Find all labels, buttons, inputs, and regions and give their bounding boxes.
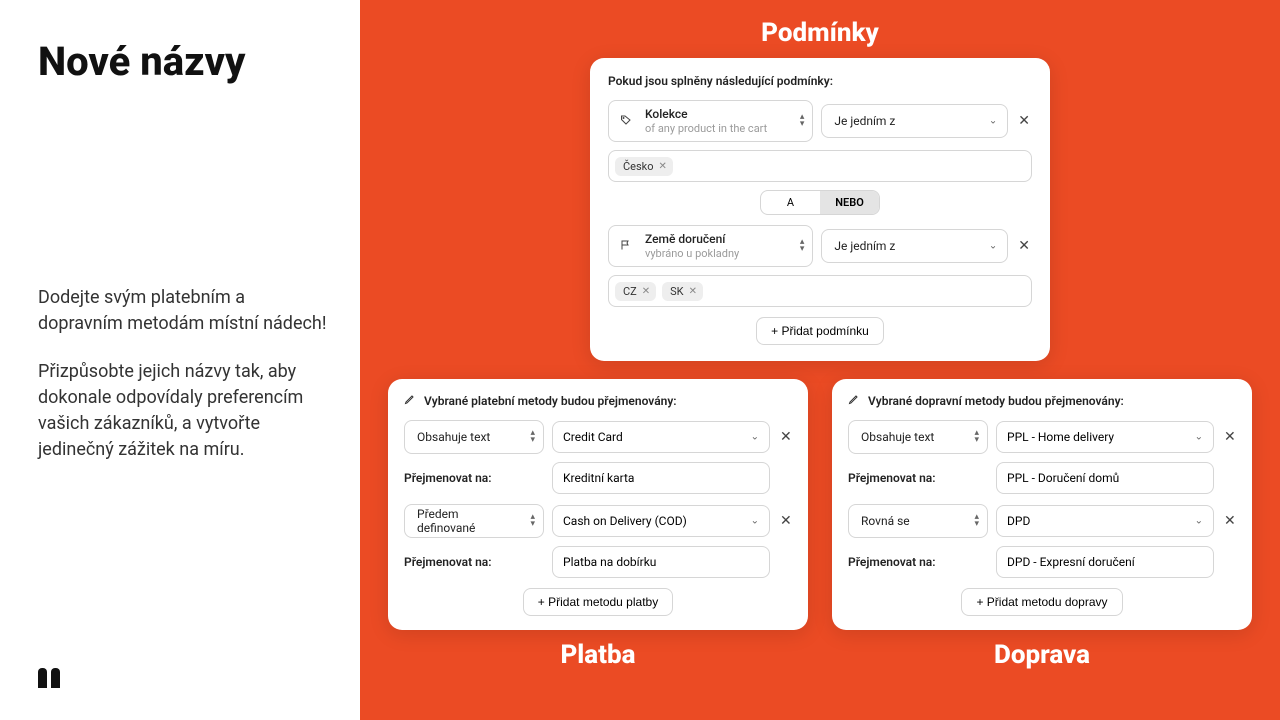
cond1-remove[interactable]: ✕ [1016, 113, 1032, 129]
chevron-down-icon: ⌄ [751, 516, 759, 527]
sort-icon: ▴▾ [530, 514, 535, 528]
pay-r2-value[interactable]: Cash on Delivery (COD) ⌄ [552, 505, 770, 537]
chevron-down-icon: ⌄ [1195, 516, 1203, 527]
payment-card: Vybrané platební metody budou přejmenová… [388, 379, 808, 630]
rename-label: Přejmenovat na: [404, 471, 544, 485]
sort-icon: ▴▾ [800, 114, 805, 128]
chip-remove[interactable]: ✕ [689, 286, 697, 297]
add-shipping-button[interactable]: + Přidat metodu dopravy [961, 588, 1122, 616]
ship-r2-rename-input[interactable]: DPD - Expresní doručení [996, 546, 1214, 578]
chevron-down-icon: ⌄ [751, 432, 759, 443]
pay-r1-rename-input[interactable]: Kreditní karta [552, 462, 770, 494]
sort-icon: ▴▾ [974, 430, 979, 444]
chevron-down-icon: ⌄ [989, 116, 997, 127]
cond1-op-select[interactable]: Je jedním z ⌄ [821, 104, 1008, 138]
cond1-field-select[interactable]: Kolekce of any product in the cart ▴▾ [608, 100, 813, 142]
intro-p2: Přizpůsobte jejich názvy tak, aby dokona… [38, 359, 330, 463]
brand-logo [38, 668, 60, 692]
seg-and[interactable]: A [761, 191, 820, 214]
intro-p1: Dodejte svým platebním a dopravním metod… [38, 285, 330, 337]
seg-or[interactable]: NEBO [820, 191, 879, 214]
cond1-value-input[interactable]: Česko✕ [608, 150, 1032, 182]
ship-r2-value[interactable]: DPD ⌄ [996, 505, 1214, 537]
pencil-icon [848, 393, 860, 408]
tag-chip: SK✕ [662, 282, 703, 301]
logic-segment[interactable]: A NEBO [760, 190, 880, 215]
sort-icon: ▴▾ [974, 514, 979, 528]
shipping-card: Vybrané dopravní metody budou přejmenová… [832, 379, 1252, 630]
shipping-title: Doprava [832, 640, 1252, 670]
ship-r2-remove[interactable]: ✕ [1222, 513, 1236, 529]
cond2-remove[interactable]: ✕ [1016, 238, 1032, 254]
tag-chip: Česko✕ [615, 157, 673, 176]
cond2-value-input[interactable]: CZ✕ SK✕ [608, 275, 1032, 307]
ship-r1-remove[interactable]: ✕ [1222, 429, 1236, 445]
pay-r2-remove[interactable]: ✕ [778, 513, 792, 529]
pay-r1-value[interactable]: Credit Card ⌄ [552, 421, 770, 453]
cond2-field-select[interactable]: Země doručení vybráno u pokladny ▴▾ [608, 225, 813, 267]
add-condition-button[interactable]: + Přidat podmínku [756, 317, 884, 345]
rename-label: Přejmenovat na: [848, 555, 988, 569]
chevron-down-icon: ⌄ [1195, 432, 1203, 443]
cond2-op-select[interactable]: Je jedním z ⌄ [821, 229, 1008, 263]
pay-r1-mode[interactable]: Obsahuje text ▴▾ [404, 420, 544, 454]
sort-icon: ▴▾ [530, 430, 535, 444]
rename-label: Přejmenovat na: [848, 471, 988, 485]
payment-title: Platba [388, 640, 808, 670]
chevron-down-icon: ⌄ [989, 241, 997, 252]
conditions-card: Pokud jsou splněny následující podmínky:… [590, 58, 1050, 361]
pay-r2-mode[interactable]: Předem definované ▴▾ [404, 504, 544, 538]
ship-r1-mode[interactable]: Obsahuje text ▴▾ [848, 420, 988, 454]
rename-label: Přejmenovat na: [404, 555, 544, 569]
sort-icon: ▴▾ [800, 239, 805, 253]
pencil-icon [404, 393, 416, 408]
add-payment-button[interactable]: + Přidat metodu platby [523, 588, 673, 616]
page-title: Nové názvy [38, 38, 330, 85]
ship-r1-value[interactable]: PPL - Home delivery ⌄ [996, 421, 1214, 453]
ship-r2-mode[interactable]: Rovná se ▴▾ [848, 504, 988, 538]
flag-icon [617, 239, 635, 254]
tag-icon [617, 114, 635, 129]
chip-remove[interactable]: ✕ [642, 286, 650, 297]
ship-r1-rename-input[interactable]: PPL - Doručení domů [996, 462, 1214, 494]
pay-r1-remove[interactable]: ✕ [778, 429, 792, 445]
pay-r2-rename-input[interactable]: Platba na dobírku [552, 546, 770, 578]
conditions-title: Podmínky [388, 18, 1252, 48]
tag-chip: CZ✕ [615, 282, 656, 301]
chip-remove[interactable]: ✕ [659, 161, 667, 172]
conditions-head: Pokud jsou splněny následující podmínky: [608, 74, 1032, 88]
